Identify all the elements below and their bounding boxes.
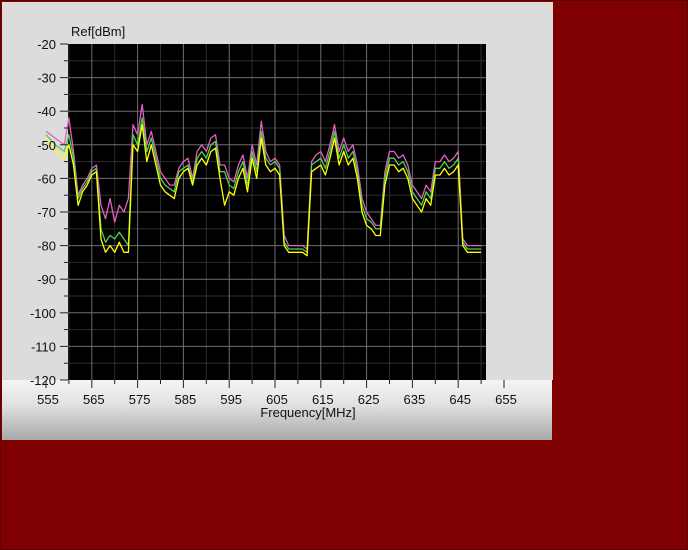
y-tick-label: -20 — [37, 37, 56, 52]
x-tick-label: 555 — [37, 392, 59, 407]
y-tick-label: -120 — [30, 373, 56, 388]
x-tick-label: 625 — [358, 392, 380, 407]
x-tick-label: 565 — [83, 392, 105, 407]
x-tick-label: 635 — [404, 392, 426, 407]
y-axis: -20 -30 -40 -50 -60 -70 -80 -90 -100 -110 -120 — [30, 37, 68, 388]
y-tick-label: -110 — [31, 339, 56, 354]
y-tick-label: -50 — [37, 138, 56, 153]
y-tick-label: -70 — [37, 205, 56, 220]
y-tick-label: -40 — [37, 104, 56, 119]
y-tick-label: -30 — [37, 71, 56, 86]
x-tick-label: 655 — [495, 392, 517, 407]
y-tick-label: -60 — [37, 171, 56, 186]
x-tick-label: 575 — [129, 392, 151, 407]
x-axis-label: Frequency[MHz] — [260, 405, 355, 420]
y-tick-label: -80 — [37, 239, 56, 254]
y-tick-label: -90 — [37, 272, 56, 287]
x-axis: 555 565 575 585 595 605 615 625 635 645 655 — [37, 380, 517, 407]
spectrum-chart: -20 -30 -40 -50 -60 -70 -80 -90 -100 -110 -120 555… — [30, 24, 517, 420]
x-tick-label: 645 — [449, 392, 471, 407]
y-axis-label: Ref[dBm] — [71, 24, 125, 39]
x-tick-label: 585 — [175, 392, 197, 407]
x-tick-label: 595 — [220, 392, 242, 407]
y-tick-label: -100 — [30, 306, 56, 321]
